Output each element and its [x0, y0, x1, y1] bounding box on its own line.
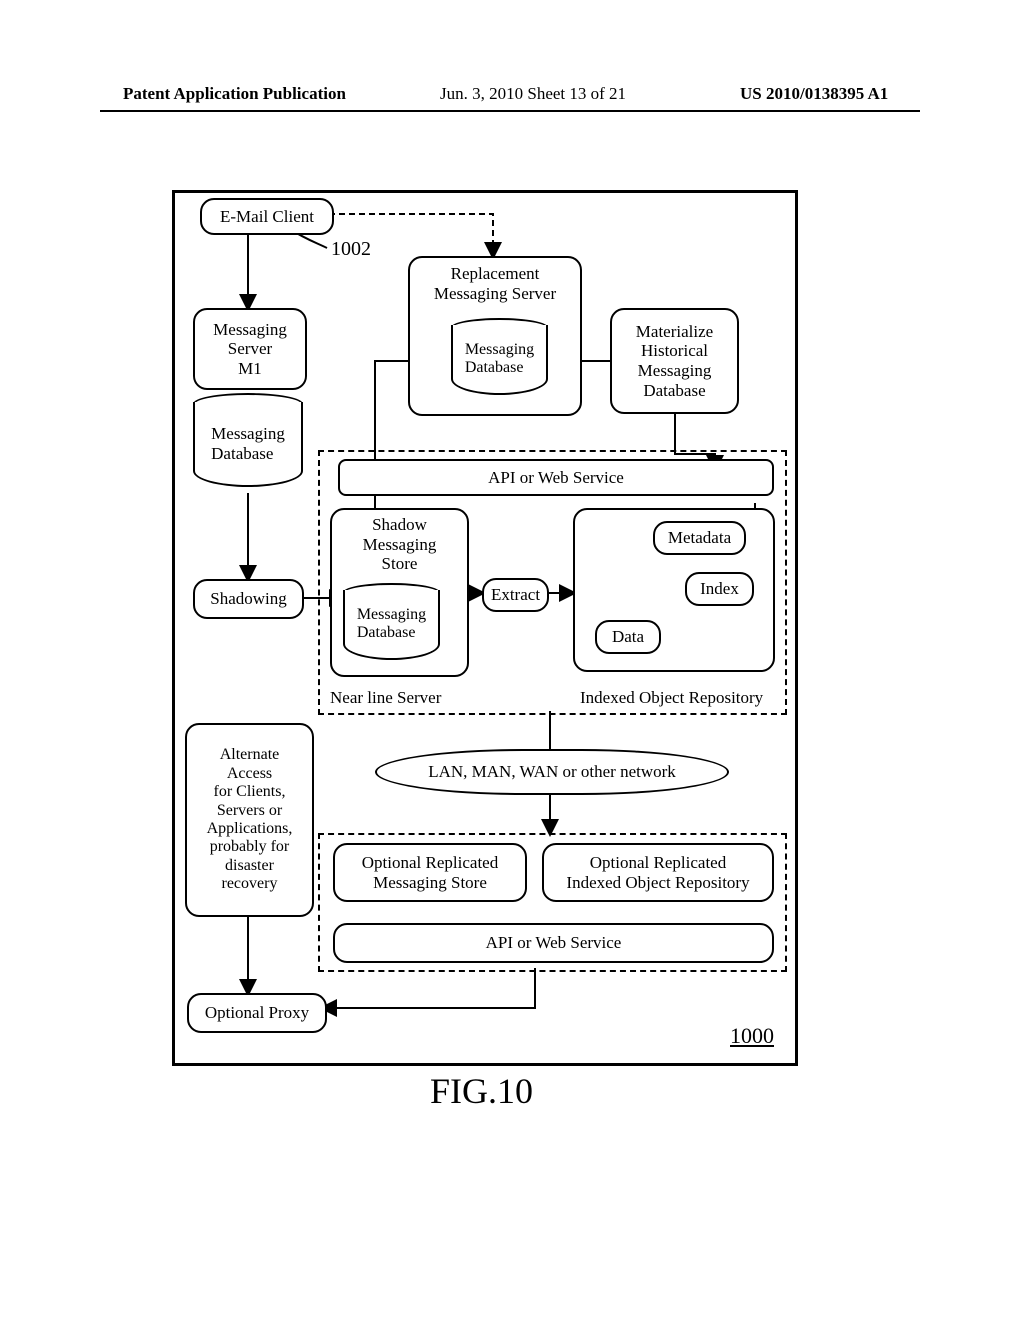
extract-box: Extract [482, 578, 549, 612]
header-patent-number: US 2010/0138395 A1 [740, 84, 888, 104]
opt-replicated-ior: Optional Replicated Indexed Object Repos… [542, 843, 774, 902]
page: Patent Application Publication Jun. 3, 2… [0, 0, 1024, 1320]
figure-frame: E-Mail Client 1002 Messaging Server M1 M… [172, 190, 798, 1066]
index-box: Index [685, 572, 754, 606]
figure-number: 1000 [730, 1023, 774, 1049]
api-top: API or Web Service [338, 459, 774, 496]
messaging-server-m1: Messaging Server M1 [193, 308, 307, 390]
messaging-database-2: Messaging Database [451, 318, 548, 396]
network-cloud: LAN, MAN, WAN or other network [375, 749, 729, 795]
alternate-access-box: Alternate Access for Clients, Servers or… [185, 723, 314, 917]
ref-1002: 1002 [331, 238, 371, 261]
nearline-label: Near line Server [330, 688, 441, 708]
header-divider [100, 110, 920, 112]
shadowing-box: Shadowing [193, 579, 304, 619]
materialize-box: Materialize Historical Messaging Databas… [610, 308, 739, 414]
messaging-database-1: Messaging Database [193, 393, 303, 488]
messaging-database-3: Messaging Database [343, 583, 440, 661]
figure-caption: FIG.10 [430, 1070, 533, 1112]
api-bottom: API or Web Service [333, 923, 774, 963]
ior-label: Indexed Object Repository [580, 688, 763, 708]
shadow-store-label: Shadow Messaging Store [363, 515, 437, 574]
optional-proxy-box: Optional Proxy [187, 993, 327, 1033]
metadata-box: Metadata [653, 521, 746, 555]
replacement-server-label: Replacement Messaging Server [434, 264, 556, 303]
header-date-sheet: Jun. 3, 2010 Sheet 13 of 21 [440, 84, 626, 104]
email-client-box: E-Mail Client [200, 198, 334, 235]
header-publication: Patent Application Publication [123, 84, 346, 104]
opt-replicated-msg-store: Optional Replicated Messaging Store [333, 843, 527, 902]
data-box: Data [595, 620, 661, 654]
